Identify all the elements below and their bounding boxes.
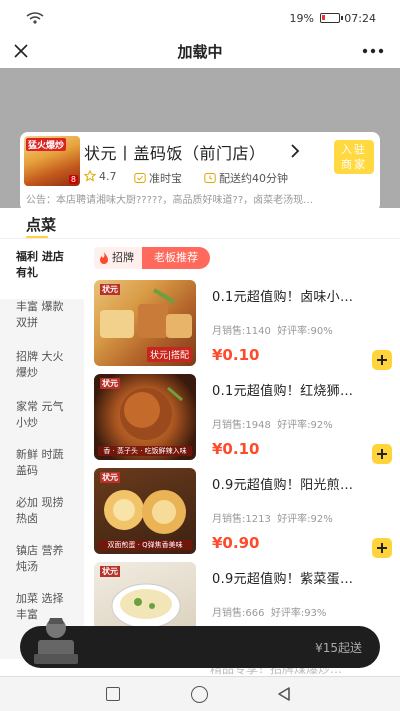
item-monthly-sales: 月销售:666 <box>212 608 265 619</box>
image-caption: 双面煎蛋 · Q弹焦香美味 <box>98 540 192 550</box>
cart-min-order: ¥15起送 <box>315 641 362 655</box>
star-icon <box>84 170 96 182</box>
fire-icon <box>100 252 108 264</box>
menu-tab-order[interactable]: 点菜 <box>26 214 56 235</box>
list-item[interactable]: 状元 双面煎蛋 · Q弹焦香美味 0.9元超值购！阳光煎… 月销售:1213 好… <box>94 468 394 562</box>
store-notice[interactable]: 公告：本店聘请湘味大厨?????，高品质好味道??，卤菜老汤现… <box>26 191 376 206</box>
dish-image: 状元 状元|搭配 <box>94 280 196 366</box>
wifi-icon <box>26 12 44 24</box>
category-label: 丰富 爆款双拼 <box>16 300 64 329</box>
item-title: 0.1元超值购！红烧狮… <box>212 384 354 399</box>
system-nav-bar <box>0 677 400 711</box>
list-item[interactable]: 状元 状元|搭配 0.1元超值购！卤味小… 月销售:1140 好评率:90% ¥… <box>94 280 394 374</box>
join-merchant-button[interactable]: 入驻 商家 <box>334 140 374 174</box>
boss-recommend-tag[interactable]: 老板推荐 <box>142 247 210 269</box>
item-sales: 月销售:666 好评率:93% <box>212 604 326 619</box>
store-card[interactable]: 猛火爆炒 8 状元丨盖码饭（前门店） 入驻 商家 4.7 准时宝 配送约40分钟… <box>20 132 380 212</box>
logo-badge: 8 <box>68 175 78 184</box>
add-icon[interactable] <box>372 350 392 370</box>
item-monthly-sales: 月销售:1140 <box>212 326 271 337</box>
item-price: ¥0.10 <box>212 440 260 458</box>
ontime-label: 准时宝 <box>149 172 182 185</box>
item-sales: 月销售:1140 好评率:90% <box>212 322 333 337</box>
store-rating: 4.7 <box>99 170 117 183</box>
logo-promo-text: 猛火爆炒 <box>26 138 67 151</box>
category-label: 家常 元气小炒 <box>16 400 64 429</box>
signature-tag-label: 招牌 <box>112 251 134 264</box>
category-label: 福利 进店有礼 <box>16 250 64 279</box>
category-label: 新鲜 时蔬盖码 <box>16 448 64 477</box>
item-good-rate: 好评率:92% <box>277 420 333 431</box>
nav-bar: 加载中 <box>0 36 400 68</box>
item-monthly-sales: 月销售:1948 <box>212 420 271 431</box>
item-sales: 月销售:1948 好评率:92% <box>212 416 333 431</box>
list-item[interactable]: 状元 香 · 蒸子头 · 吃饭鲜辣入味 0.1元超值购！红烧狮… 月销售:194… <box>94 374 394 468</box>
image-brand: 状元 <box>100 566 120 577</box>
item-good-rate: 好评率:93% <box>270 608 327 619</box>
dish-image: 状元 双面煎蛋 · Q弹焦香美味 <box>94 468 196 554</box>
item-price: ¥0.90 <box>212 534 260 552</box>
item-title: 0.9元超值购！紫菜蛋… <box>212 572 354 587</box>
cart-bar[interactable]: ¥15起送 <box>20 618 380 668</box>
dish-image: 状元 香 · 蒸子头 · 吃饭鲜辣入味 <box>94 374 196 460</box>
category-label: 招牌 大火爆炒 <box>16 350 64 379</box>
page-title: 加载中 <box>177 43 223 61</box>
clock-icon <box>204 173 216 183</box>
more-icon[interactable] <box>362 48 384 54</box>
ontime-item: 准时宝 <box>134 170 182 186</box>
delivery-label: 配送约40分钟 <box>219 172 288 185</box>
battery-percent: 19% <box>289 12 314 25</box>
image-caption: 香 · 蒸子头 · 吃饭鲜辣入味 <box>98 446 192 456</box>
item-title: 0.9元超值购！阳光煎… <box>212 478 354 493</box>
store-name: 状元丨盖码饭（前门店） <box>84 144 266 163</box>
chevron-right-icon[interactable] <box>290 144 300 158</box>
item-good-rate: 好评率:90% <box>277 326 333 337</box>
category-label: 必加 现捞热卤 <box>16 496 64 525</box>
image-brand: 状元 <box>100 378 120 389</box>
join-label-line1: 入驻 <box>341 143 367 156</box>
cart-icon[interactable] <box>28 614 84 668</box>
item-sales: 月销售:1213 好评率:92% <box>212 510 333 525</box>
category-label: 镇店 营养炖汤 <box>16 544 64 573</box>
home-icon[interactable] <box>191 686 208 703</box>
image-brand: 状元 <box>100 472 120 483</box>
image-stamp: 状元|搭配 <box>146 347 192 362</box>
item-good-rate: 好评率:92% <box>277 514 333 525</box>
category-sidebar: 福利 进店有礼 丰富 爆款双拼 招牌 大火爆炒 家常 元气小炒 新鲜 时蔬盖码 … <box>0 239 84 659</box>
signature-tag[interactable]: 招牌 <box>94 247 148 269</box>
app-root: 19% 07:24 加载中 猛火爆炒 8 状元丨盖码饭（前门店） 入驻 商家 4… <box>0 0 400 711</box>
item-title: 0.1元超值购！卤味小… <box>212 290 354 305</box>
join-label-line2: 商家 <box>341 158 367 171</box>
rating-item: 4.7 <box>84 170 117 183</box>
clock-time: 07:24 <box>344 12 376 25</box>
recent-apps-icon[interactable] <box>106 687 120 701</box>
image-brand: 状元 <box>100 284 120 295</box>
back-icon[interactable] <box>276 686 292 702</box>
item-price: ¥0.10 <box>212 346 260 364</box>
delivery-item: 配送约40分钟 <box>204 170 288 186</box>
store-logo: 猛火爆炒 8 <box>24 136 80 186</box>
battery-icon <box>320 13 343 23</box>
status-bar: 19% 07:24 <box>0 0 400 36</box>
add-icon[interactable] <box>372 538 392 558</box>
item-monthly-sales: 月销售:1213 <box>212 514 271 525</box>
add-icon[interactable] <box>372 444 392 464</box>
shield-icon <box>134 173 146 183</box>
